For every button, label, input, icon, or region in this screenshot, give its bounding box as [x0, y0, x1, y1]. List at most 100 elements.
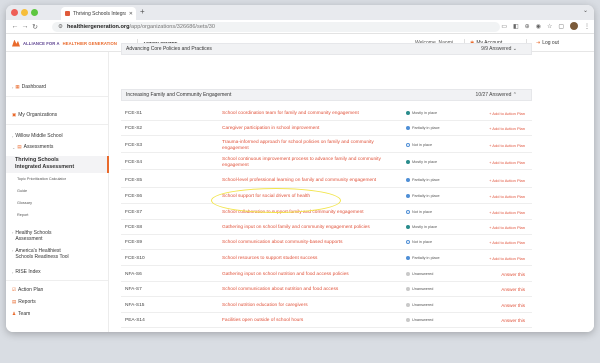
url-host: healthiergeneration.org [67, 24, 130, 30]
status-badge: Partially in place [406, 194, 440, 198]
new-tab-icon[interactable]: + [140, 7, 145, 16]
sidebar-subitem-report[interactable]: Report [17, 213, 28, 217]
row-action-link[interactable]: Answer this [501, 272, 525, 277]
browser-menu-icon[interactable]: ⋮ [584, 23, 590, 30]
profile-avatar[interactable] [570, 22, 578, 30]
status-dot-icon [406, 303, 410, 307]
reload-icon[interactable]: ↻ [30, 23, 40, 31]
question-title-link[interactable]: Facilities open outside of school hours [222, 318, 394, 324]
section-header[interactable]: Advancing Core Policies and Practices 9/… [121, 43, 532, 55]
browser-tab[interactable]: Thriving Schools Integrated ✕ [61, 7, 136, 20]
row-action-link[interactable]: + Add to Action Plan [489, 160, 525, 165]
table-row: FCE-S4 School continuous improvement proc… [121, 155, 532, 170]
question-code: FCE-S10 [125, 256, 145, 261]
table-row: PEA-S14 Facilities open outside of school… [121, 313, 532, 328]
section-header[interactable]: Increasing Family and Community Engageme… [121, 89, 532, 101]
status-text: Partially in place [412, 194, 440, 198]
question-title-link[interactable]: School communication about community-bas… [222, 240, 394, 246]
row-action-link[interactable]: + Add to Action Plan [489, 143, 525, 148]
sidebar-label: Action Plan [18, 287, 44, 293]
main-content: Advancing Core Policies and Practices 9/… [109, 43, 594, 332]
forward-arrow-icon[interactable]: → [20, 23, 30, 30]
question-title-link[interactable]: Gathering input on school nutrition and … [222, 272, 394, 278]
answered-text: 10/27 Answered [475, 92, 512, 98]
question-title-link[interactable]: School coordination team for family and … [222, 111, 394, 117]
eye-off-icon[interactable]: ◉ [536, 23, 541, 30]
question-code: PEA-S14 [125, 318, 145, 323]
question-code: FCE-S4 [125, 160, 143, 165]
sidebar-item-dashboard[interactable]: › ▦ Dashboard [12, 84, 46, 90]
sidebar-item-rise-index[interactable]: › RISE Index [12, 269, 41, 275]
question-title-link[interactable]: School collaboration to support family a… [222, 210, 394, 216]
back-arrow-icon[interactable]: ← [10, 23, 20, 30]
close-window-button[interactable] [11, 9, 18, 16]
site-logo[interactable]: ALLIANCE FOR A HEALTHIER GENERATION [6, 39, 117, 47]
row-action-link[interactable]: Answer this [501, 318, 525, 323]
sidebar-item-school[interactable]: › Willow Middle School [12, 133, 63, 139]
row-action-link[interactable]: Answer this [501, 303, 525, 308]
row-action-link[interactable]: Answer this [501, 287, 525, 292]
sidebar-item-thriving-schools[interactable]: Thriving Schools Integrated Assessment [15, 157, 74, 170]
close-tab-icon[interactable]: ✕ [129, 11, 136, 17]
question-title-link[interactable]: School-level professional learning on fa… [222, 178, 394, 184]
sidebar-subitem-glossary[interactable]: Glossary [17, 201, 32, 205]
bookmark-star-icon[interactable]: ☆ [547, 23, 552, 30]
question-title-link[interactable]: School nutrition education for caregiver… [222, 303, 394, 309]
log-out-link[interactable]: ⇥ Log out [536, 40, 559, 46]
sidebar-divider [6, 124, 108, 125]
checklist-icon: ☑ [12, 287, 17, 292]
sidebar-item-reports[interactable]: ▤ Reports [12, 299, 36, 305]
row-action-link[interactable]: + Add to Action Plan [489, 256, 525, 261]
status-text: Mostly in place [412, 111, 438, 115]
status-dot-icon [406, 240, 410, 244]
question-title-link[interactable]: School continuous improvement process to… [222, 157, 394, 168]
organization-icon: ▣ [12, 112, 17, 117]
row-action-link[interactable]: + Add to Action Plan [489, 240, 525, 245]
sidebar-item-action-plan[interactable]: ☑ Action Plan [12, 287, 43, 293]
browser-window: Thriving Schools Integrated ✕ + ⌄ ← → ↻ … [6, 5, 594, 332]
question-title-link[interactable]: School resources to support student succ… [222, 256, 394, 262]
address-bar[interactable]: ⚙ healthiergeneration.org/app/organizati… [52, 22, 500, 32]
healthy-schools-label: Healthy Schools Assessment [15, 230, 51, 242]
row-action-link[interactable]: + Add to Action Plan [489, 111, 525, 116]
question-title-link[interactable]: Caregiver participation in school improv… [222, 126, 394, 132]
question-title-link[interactable]: School support for social drivers of hea… [222, 194, 394, 200]
browser-toolbar: ← → ↻ ⚙ healthiergeneration.org/app/orga… [6, 20, 594, 34]
zoom-icon[interactable]: ⊕ [525, 23, 530, 30]
question-title-link[interactable]: Trauma-informed approach for school poli… [222, 140, 394, 151]
translate-icon[interactable]: ◧ [513, 23, 519, 30]
status-dot-icon [406, 210, 410, 214]
status-dot-icon [406, 178, 410, 182]
status-text: Mostly in place [412, 225, 438, 229]
row-action-link[interactable]: + Add to Action Plan [489, 225, 525, 230]
status-text: Partially in place [412, 178, 440, 182]
sidebar-item-my-organizations[interactable]: ▣ My Organizations [12, 112, 57, 118]
sidebar-divider [6, 96, 108, 97]
sidebar-subitem-guide[interactable]: Guide [17, 189, 27, 193]
question-code: FCE-S5 [125, 178, 143, 183]
row-action-link[interactable]: + Add to Action Plan [489, 194, 525, 199]
status-badge: Partially in place [406, 256, 440, 260]
row-action-link[interactable]: + Add to Action Plan [489, 126, 525, 131]
cast-icon[interactable]: ▭ [501, 23, 507, 30]
row-action-link[interactable]: + Add to Action Plan [489, 210, 525, 215]
sidebar-subitem-calculator[interactable]: Topic Prioritization Calculator [17, 177, 66, 181]
sidebar-item-healthy-schools[interactable]: › Healthy Schools Assessment [12, 230, 51, 242]
row-action-link[interactable]: + Add to Action Plan [489, 178, 525, 183]
table-row: NFA-S6 Gathering input on school nutritio… [121, 267, 532, 282]
sidebar-item-americas-healthiest[interactable]: › America's Healthiest Schools Readiness … [12, 248, 69, 260]
status-badge: Not in place [406, 240, 432, 244]
question-title-link[interactable]: School communication about nutrition and… [222, 287, 394, 293]
tab-list-chevron-icon[interactable]: ⌄ [583, 7, 588, 14]
question-code: FCE-S7 [125, 210, 143, 215]
extensions-icon[interactable]: ▢ [558, 23, 564, 30]
maximize-window-button[interactable] [31, 9, 38, 16]
question-code: FCE-S9 [125, 240, 143, 245]
sidebar-item-assessments[interactable]: ⌄ ▤ Assessments [12, 144, 53, 150]
site-settings-icon[interactable]: ⚙ [58, 24, 63, 30]
tab-title: Thriving Schools Integrated [73, 10, 126, 17]
question-title-link[interactable]: Gathering input on school family and com… [222, 225, 394, 231]
sidebar-item-team[interactable]: ♟ Team [12, 311, 30, 317]
status-dot-icon [406, 256, 410, 260]
minimize-window-button[interactable] [21, 9, 28, 16]
